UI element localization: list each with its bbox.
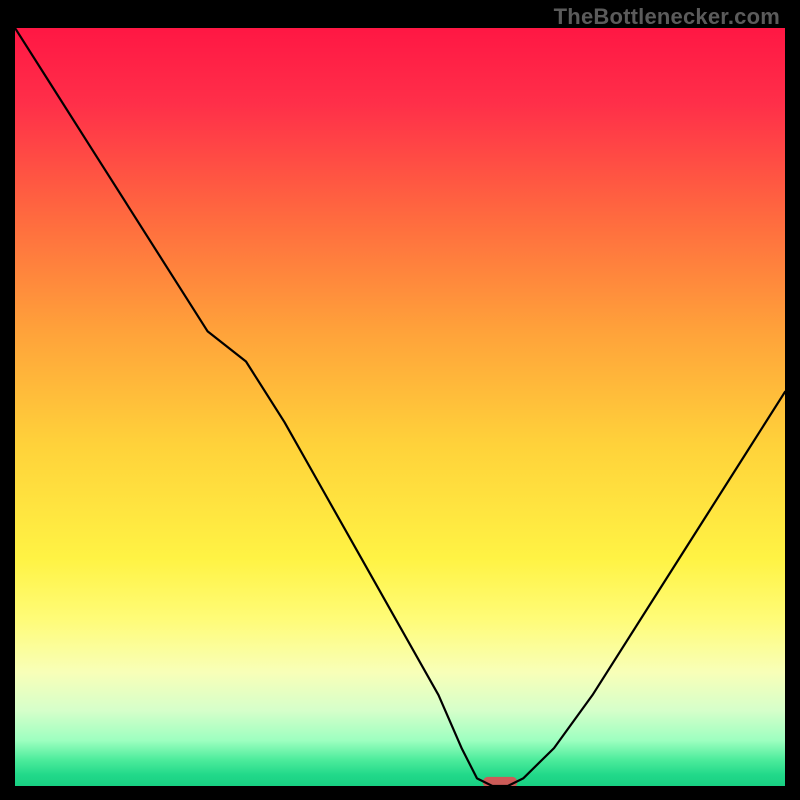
bottleneck-chart [15, 28, 785, 786]
gradient-plot-area [15, 28, 785, 786]
chart-frame: TheBottlenecker.com [0, 0, 800, 800]
watermark-text: TheBottlenecker.com [554, 4, 780, 30]
